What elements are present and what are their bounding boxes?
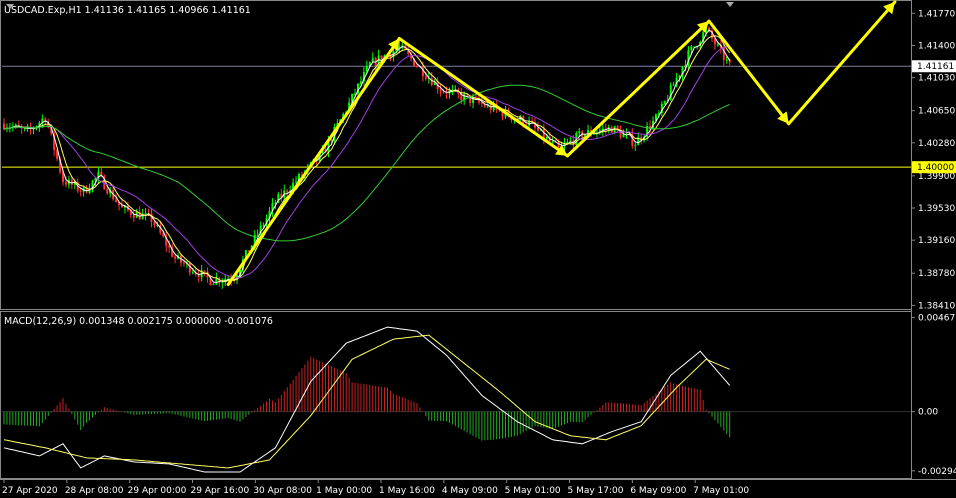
candle-body (262, 224, 265, 226)
candle-body (536, 127, 539, 131)
time-tick-label: 5 May 17:00 (568, 486, 624, 496)
chart-symbol-header: USDCAD.Exp,H1 1.41136 1.41165 1.40966 1.… (4, 5, 251, 16)
candle-body (439, 89, 442, 92)
price-plot (2, 0, 911, 289)
candle-body (430, 78, 433, 86)
candle-body (578, 131, 581, 134)
time-tick-label: 27 Apr 2020 (2, 486, 58, 496)
time-tick-label: 1 May 16:00 (379, 486, 435, 496)
candle-body (115, 199, 118, 202)
time-tick-label: 29 Apr 00:00 (128, 486, 187, 496)
candle-body (256, 234, 259, 236)
time-tick-label: 6 May 09:00 (630, 486, 686, 496)
candle-body (663, 101, 666, 104)
candle-body (725, 59, 728, 61)
candle-body (545, 137, 548, 139)
price-tick-label: 1.41400 (918, 41, 955, 51)
price-tick-label: 1.38780 (918, 269, 955, 279)
candle-body (634, 145, 637, 147)
candle-body (690, 46, 693, 51)
chart-shift-marker-icon[interactable] (726, 2, 734, 7)
candle-body (295, 181, 298, 183)
candle-body (191, 272, 194, 274)
price-tick-label: 1.39160 (918, 236, 955, 246)
time-tick-label: 28 Apr 08:00 (65, 486, 124, 496)
time-tick-label: 29 Apr 16:00 (191, 486, 250, 496)
candle-body (144, 213, 147, 215)
candle-body (330, 139, 333, 142)
macd-plot (2, 326, 911, 473)
projection-arrow (787, 0, 897, 126)
price-tick-label: 1.40280 (918, 139, 955, 149)
price-tick-label: 1.38410 (918, 301, 955, 311)
candle-body (416, 66, 418, 68)
candle-body (182, 262, 185, 264)
candle-body (203, 270, 206, 272)
candle-body (174, 256, 177, 259)
candle-body (672, 84, 675, 86)
macd-pane-frame (0, 311, 912, 479)
candle-body (716, 44, 719, 46)
chart-canvas[interactable]: 1.41770 1.41400 1.41030 1.40650 1.40280 1.399… (0, 0, 956, 498)
candle-body (215, 278, 218, 284)
projection-arrow (226, 37, 401, 287)
price-tick-label: 1.39530 (918, 204, 955, 214)
candle-body (551, 141, 554, 143)
price-tick-label: 1.41770 (918, 9, 955, 19)
candle-body (153, 221, 156, 226)
time-tick-label: 7 May 01:00 (693, 486, 749, 496)
trading-chart-window: 1.41770 1.41400 1.41030 1.40650 1.40280 1.399… (0, 0, 956, 498)
price-tick-label: 1.40650 (918, 107, 955, 117)
candle-body (132, 214, 135, 218)
candle-body (424, 76, 427, 79)
macd-tick-label: 0.00 (918, 408, 938, 418)
candle-body (64, 181, 67, 185)
price-pane-frame (0, 0, 912, 310)
time-tick-label: 4 May 09:00 (442, 486, 498, 496)
level-price-badge: 1.40000 (917, 163, 954, 173)
macd-tick-label: 0.00467 (918, 314, 955, 324)
candle-body (106, 189, 109, 194)
macd-tick-label: -0.002942 (918, 467, 956, 477)
current-price-badge: 1.41161 (917, 62, 954, 72)
time-tick-label: 1 May 00:00 (316, 486, 372, 496)
projection-arrow (397, 37, 569, 158)
time-tick-label: 30 Apr 08:00 (253, 486, 312, 496)
macd-header: MACD(12,26,9) 0.001348 0.002175 0.000000… (4, 316, 273, 327)
candle-body (79, 190, 82, 192)
price-tick-label: 1.39900 (918, 172, 955, 182)
candle-body (3, 123, 5, 129)
candle-body (212, 283, 215, 286)
time-tick-label: 5 May 01:00 (505, 486, 561, 496)
ma-long-line (3, 84, 730, 242)
price-tick-label: 1.41030 (918, 74, 955, 84)
